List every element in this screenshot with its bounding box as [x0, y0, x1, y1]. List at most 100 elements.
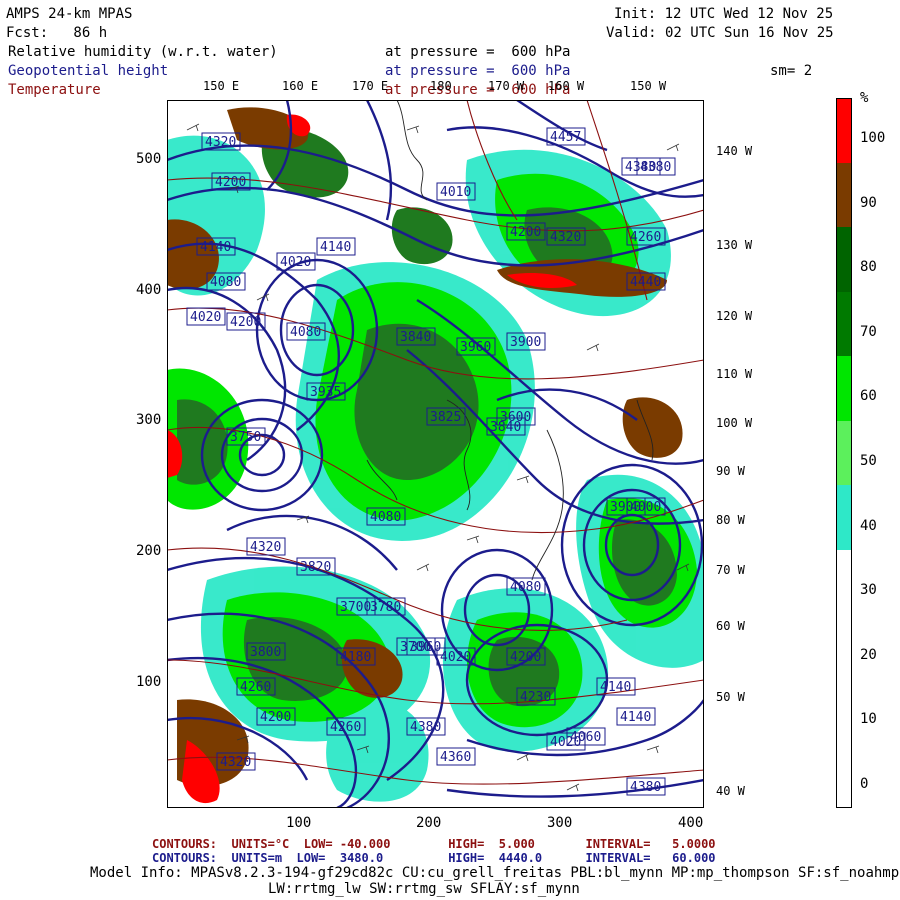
colorbar-tick-label: 90 — [860, 194, 877, 211]
colorbar-tick-label: 50 — [860, 453, 877, 469]
y-tick-label: 200 — [136, 543, 162, 559]
height-label: 4140 — [600, 680, 631, 695]
height-label: 3960 — [460, 340, 491, 355]
height-label: 4200 — [260, 710, 291, 725]
colorbar-tick-label: 10 — [860, 711, 877, 728]
colorbar-unit: % — [860, 90, 869, 106]
x-tick-label: 300 — [547, 815, 573, 831]
colorbar-segment — [836, 356, 852, 421]
height-label: 4457 — [550, 130, 581, 145]
colorbar-tick-label: 40 — [860, 517, 877, 534]
colorbar-tick-label: 30 — [860, 582, 877, 599]
lon-label-right: 70 W — [716, 563, 745, 577]
height-label: 4140 — [320, 240, 351, 255]
height-label: 4380 — [630, 780, 661, 795]
height-label: 3800 — [250, 645, 281, 660]
smoothing-label: sm= 2 — [770, 63, 813, 79]
height-label: 3780 — [370, 600, 401, 615]
x-tick-label: 400 — [678, 815, 704, 831]
height-label: 4260 — [330, 720, 361, 735]
colorbar-tick-label: 100 — [860, 130, 886, 147]
height-label: 4140 — [620, 710, 651, 725]
height-label: 4080 — [510, 580, 541, 595]
lon-label-top: 170 W — [488, 79, 525, 93]
height-label: 3900 — [510, 335, 541, 350]
x-tick-label: 200 — [416, 815, 442, 831]
colorbar-segment — [836, 614, 852, 679]
colorbar-tick-label: 0 — [860, 775, 869, 792]
colorbar-tick-label: 80 — [860, 259, 877, 276]
forecast-hour: Fcst: 86 h — [6, 25, 108, 41]
model-title: AMPS 24-km MPAS — [6, 6, 133, 22]
height-label: 4260 — [240, 680, 271, 695]
footer-height-contours: CONTOURS: UNITS=m LOW= 3480.0 HIGH= 4440… — [152, 851, 716, 865]
height-label: 4020 — [280, 255, 311, 270]
height-label: 4230 — [520, 690, 551, 705]
lon-label-top: 150 E — [203, 79, 240, 93]
height-label: 4320 — [550, 230, 581, 245]
colorbar-segment — [836, 549, 852, 615]
field-temp-name: Temperature — [8, 82, 101, 98]
height-label: 3935 — [310, 385, 341, 400]
height-label: 4200 — [230, 315, 261, 330]
colorbar-segment — [836, 227, 852, 292]
lon-label-right: 140 W — [716, 144, 753, 158]
lon-label-right: 130 W — [716, 238, 753, 252]
field-height-level: at pressure = 600 hPa — [385, 63, 571, 79]
y-tick-label: 500 — [136, 151, 162, 167]
height-label: 4180 — [340, 650, 371, 665]
height-label: 4000 — [630, 500, 661, 515]
lon-label-top: 170 E — [352, 79, 389, 93]
height-label: 3840 — [490, 420, 521, 435]
colorbar-segment — [836, 678, 852, 744]
colorbar-segment — [836, 162, 852, 228]
height-label: 4010 — [440, 185, 471, 200]
height-label: 4320 — [250, 540, 281, 555]
field-rh-level: at pressure = 600 hPa — [385, 44, 571, 60]
lon-label-right: 40 W — [716, 784, 745, 798]
colorbar — [836, 98, 852, 808]
y-tick-label: 300 — [136, 412, 162, 428]
colorbar-tick-label: 20 — [860, 646, 877, 663]
lon-label-right: 110 W — [716, 367, 753, 381]
height-label: 4260 — [630, 230, 661, 245]
height-label: 3840 — [400, 330, 431, 345]
colorbar-segment — [836, 743, 852, 808]
colorbar-segment — [836, 420, 852, 486]
lon-label-right: 120 W — [716, 309, 753, 323]
height-label: 4320 — [205, 135, 236, 150]
lon-label-top: 150 W — [630, 79, 667, 93]
field-rh-name: Relative humidity (w.r.t. water) — [8, 44, 278, 60]
lon-label-right: 50 W — [716, 690, 745, 704]
lon-label-right: 90 W — [716, 464, 745, 478]
height-label: 4440 — [630, 275, 661, 290]
height-label: 4200 — [215, 175, 246, 190]
y-tick-label: 100 — [136, 674, 162, 690]
height-label: 4020 — [190, 310, 221, 325]
colorbar-segment — [836, 291, 852, 357]
height-label: 4020 — [440, 650, 471, 665]
lon-label-top: 160 W — [548, 79, 585, 93]
height-label: 3820 — [300, 560, 331, 575]
height-label: 4020 — [550, 735, 581, 750]
height-label: 4360 — [440, 750, 471, 765]
colorbar-segment — [836, 485, 852, 550]
lon-label-right: 60 W — [716, 619, 745, 633]
height-label: 4320 — [220, 755, 251, 770]
height-label: 4200 — [510, 225, 541, 240]
height-label: 3700 — [400, 640, 431, 655]
height-label: 4080 — [290, 325, 321, 340]
height-label: 4080 — [370, 510, 401, 525]
field-temp-level: at pressure = 600 hPa — [385, 82, 571, 98]
lon-label-top: 180 — [430, 79, 452, 93]
height-label: 4140 — [200, 240, 231, 255]
footer-model-info: Model Info: MPASv8.2.3-194-gf29cd82c CU:… — [90, 865, 900, 881]
colorbar-tick-label: 70 — [860, 323, 877, 340]
field-height-name: Geopotential height — [8, 63, 169, 79]
map-plot: 4320 4200 4140 4080 4200 4140 4380 4020 3960 3840… — [167, 100, 704, 808]
x-tick-label: 100 — [286, 815, 312, 831]
height-label: 4200 — [510, 650, 541, 665]
init-time: Init: 12 UTC Wed 12 Nov 25 — [614, 6, 834, 22]
colorbar-tick-label: 60 — [860, 388, 877, 405]
height-label: 4080 — [210, 275, 241, 290]
